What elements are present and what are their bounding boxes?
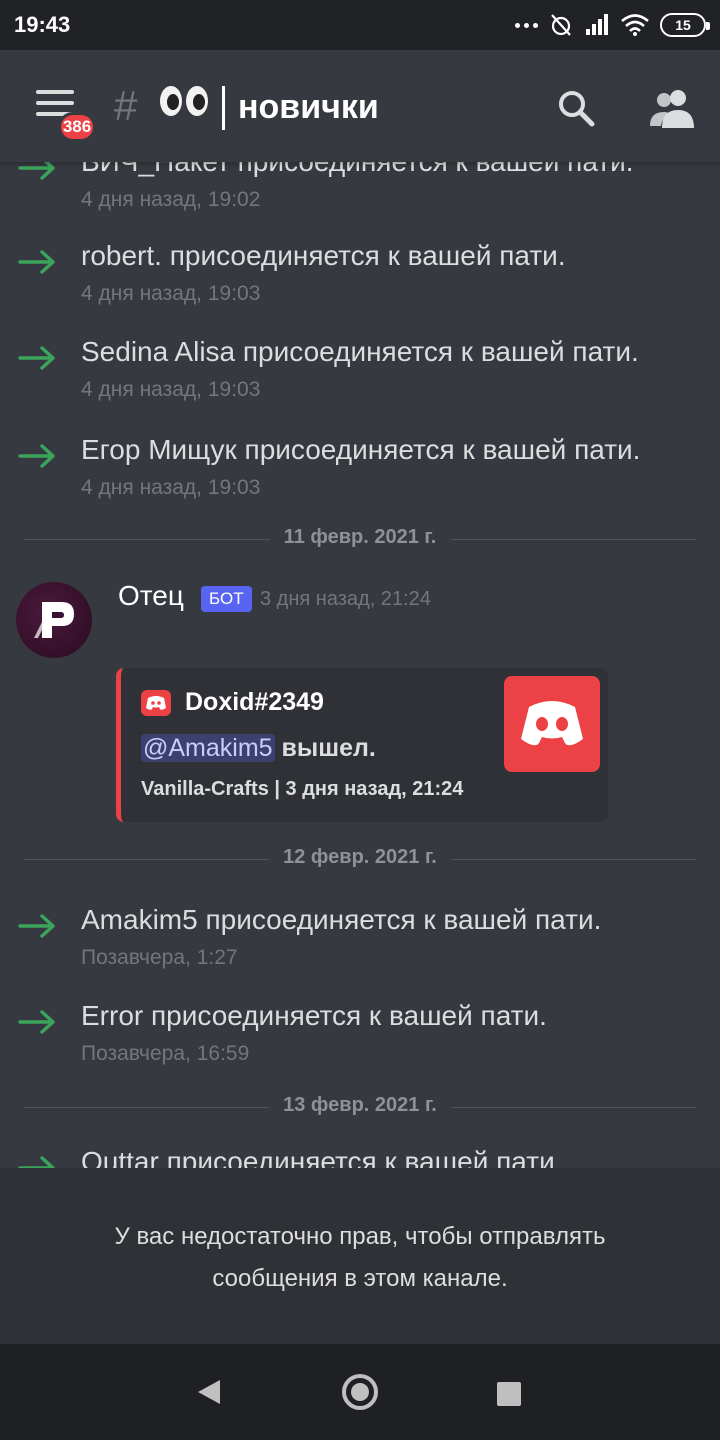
join-message-text: Amakim5 присоединяется к вашей пати. xyxy=(81,904,602,935)
join-message: Outtar присоединяется к вашей пати. xyxy=(0,1146,720,1168)
eyes-emoji-icon xyxy=(160,86,208,116)
date-divider: 11 февр. 2021 г. xyxy=(24,524,696,554)
message-author[interactable]: Отец xyxy=(118,580,184,612)
embed-author-name: Doxid#2349 xyxy=(185,688,324,716)
search-icon[interactable] xyxy=(556,88,596,128)
date-divider: 13 февр. 2021 г. xyxy=(24,1092,696,1122)
system-nav-bar xyxy=(0,1344,720,1440)
recents-icon[interactable] xyxy=(497,1382,521,1406)
join-message: Егор Мищук присоединяется к вашей пати. … xyxy=(0,434,720,524)
embed-author: Doxid#2349 xyxy=(141,688,324,717)
notification-badge: 386 xyxy=(58,112,96,142)
status-time: 19:43 xyxy=(14,12,71,37)
bot-logo-icon xyxy=(34,602,74,638)
home-icon[interactable] xyxy=(342,1374,378,1410)
join-arrow-icon xyxy=(18,444,55,468)
join-message-time: 4 дня назад, 19:03 xyxy=(81,282,261,305)
join-message-time: 4 дня назад, 19:03 xyxy=(81,476,261,499)
bot-message: Отец БОТ 3 дня назад, 21:24 Doxid#2349 @… xyxy=(0,580,720,840)
join-arrow-icon xyxy=(18,1010,55,1034)
embed-description: @Amakim5 вышел. xyxy=(141,734,376,763)
message-time: 3 дня назад, 21:24 xyxy=(260,588,431,610)
join-message: robert. присоединяется к вашей пати. 4 д… xyxy=(0,240,720,330)
signal-icon xyxy=(586,14,608,35)
date-divider-label: 12 февр. 2021 г. xyxy=(269,846,451,869)
battery-indicator: 15 xyxy=(660,13,710,37)
embed-description-text: вышел. xyxy=(274,734,376,762)
join-arrow-icon xyxy=(18,250,55,274)
date-divider-label: 11 февр. 2021 г. xyxy=(269,526,451,549)
status-bar: 19:43 15 xyxy=(0,0,720,50)
user-mention[interactable]: @Amakim5 xyxy=(141,734,275,762)
channel-header: 386 # новички xyxy=(0,50,720,162)
title-separator xyxy=(222,86,225,130)
join-message: Sedina Alisa присоединяется к вашей пати… xyxy=(0,336,720,426)
join-message-time: Позавчера, 1:27 xyxy=(81,946,238,969)
join-arrow-icon xyxy=(18,914,55,938)
message-embed: Doxid#2349 @Amakim5 вышел. Vanilla-Craft… xyxy=(116,668,608,822)
bot-tag: БОТ xyxy=(201,586,252,612)
join-message-time: Позавчера, 16:59 xyxy=(81,1042,250,1065)
join-message: Error присоединяется к вашей пати. Позав… xyxy=(0,1000,720,1090)
join-arrow-icon xyxy=(18,1156,55,1168)
join-message-text: Error присоединяется к вашей пати. xyxy=(81,1000,547,1031)
join-message-text: Outtar присоединяется к вашей пати. xyxy=(81,1146,563,1168)
no-permission-notice: У вас недостаточно прав, чтобы отправлят… xyxy=(0,1168,720,1344)
discord-logo-icon xyxy=(521,701,583,746)
channel-title[interactable]: новички xyxy=(238,88,379,127)
join-message-time: 4 дня назад, 19:02 xyxy=(81,188,261,211)
join-message-time: 4 дня назад, 19:03 xyxy=(81,378,261,401)
more-dots-icon xyxy=(515,22,538,28)
discord-logo-icon xyxy=(141,689,171,716)
alarm-off-icon xyxy=(551,14,571,36)
date-divider: 12 февр. 2021 г. xyxy=(24,844,696,874)
message-list[interactable]: ВИЧ_Накет присоединяется к вашей пати. 4… xyxy=(0,50,720,1168)
avatar[interactable] xyxy=(16,582,92,658)
channel-hash-icon: # xyxy=(114,82,138,129)
date-divider-label: 13 февр. 2021 г. xyxy=(269,1094,451,1117)
back-icon[interactable] xyxy=(196,1378,222,1406)
wifi-icon xyxy=(621,14,649,36)
status-icons: 15 xyxy=(515,10,710,40)
join-message-text: Егор Мищук присоединяется к вашей пати. xyxy=(81,434,641,465)
notice-text: У вас недостаточно прав, чтобы отправлят… xyxy=(114,1223,606,1292)
members-icon[interactable] xyxy=(648,86,696,130)
join-message-text: Sedina Alisa присоединяется к вашей пати… xyxy=(81,336,639,367)
join-message: Amakim5 присоединяется к вашей пати. Поз… xyxy=(0,904,720,994)
join-message-text: robert. присоединяется к вашей пати. xyxy=(81,240,566,271)
join-arrow-icon xyxy=(18,346,55,370)
app-window: ВИЧ_Накет присоединяется к вашей пати. 4… xyxy=(0,50,720,1344)
embed-thumbnail[interactable] xyxy=(504,676,600,772)
embed-footer: Vanilla-Crafts | 3 дня назад, 21:24 xyxy=(141,778,464,800)
